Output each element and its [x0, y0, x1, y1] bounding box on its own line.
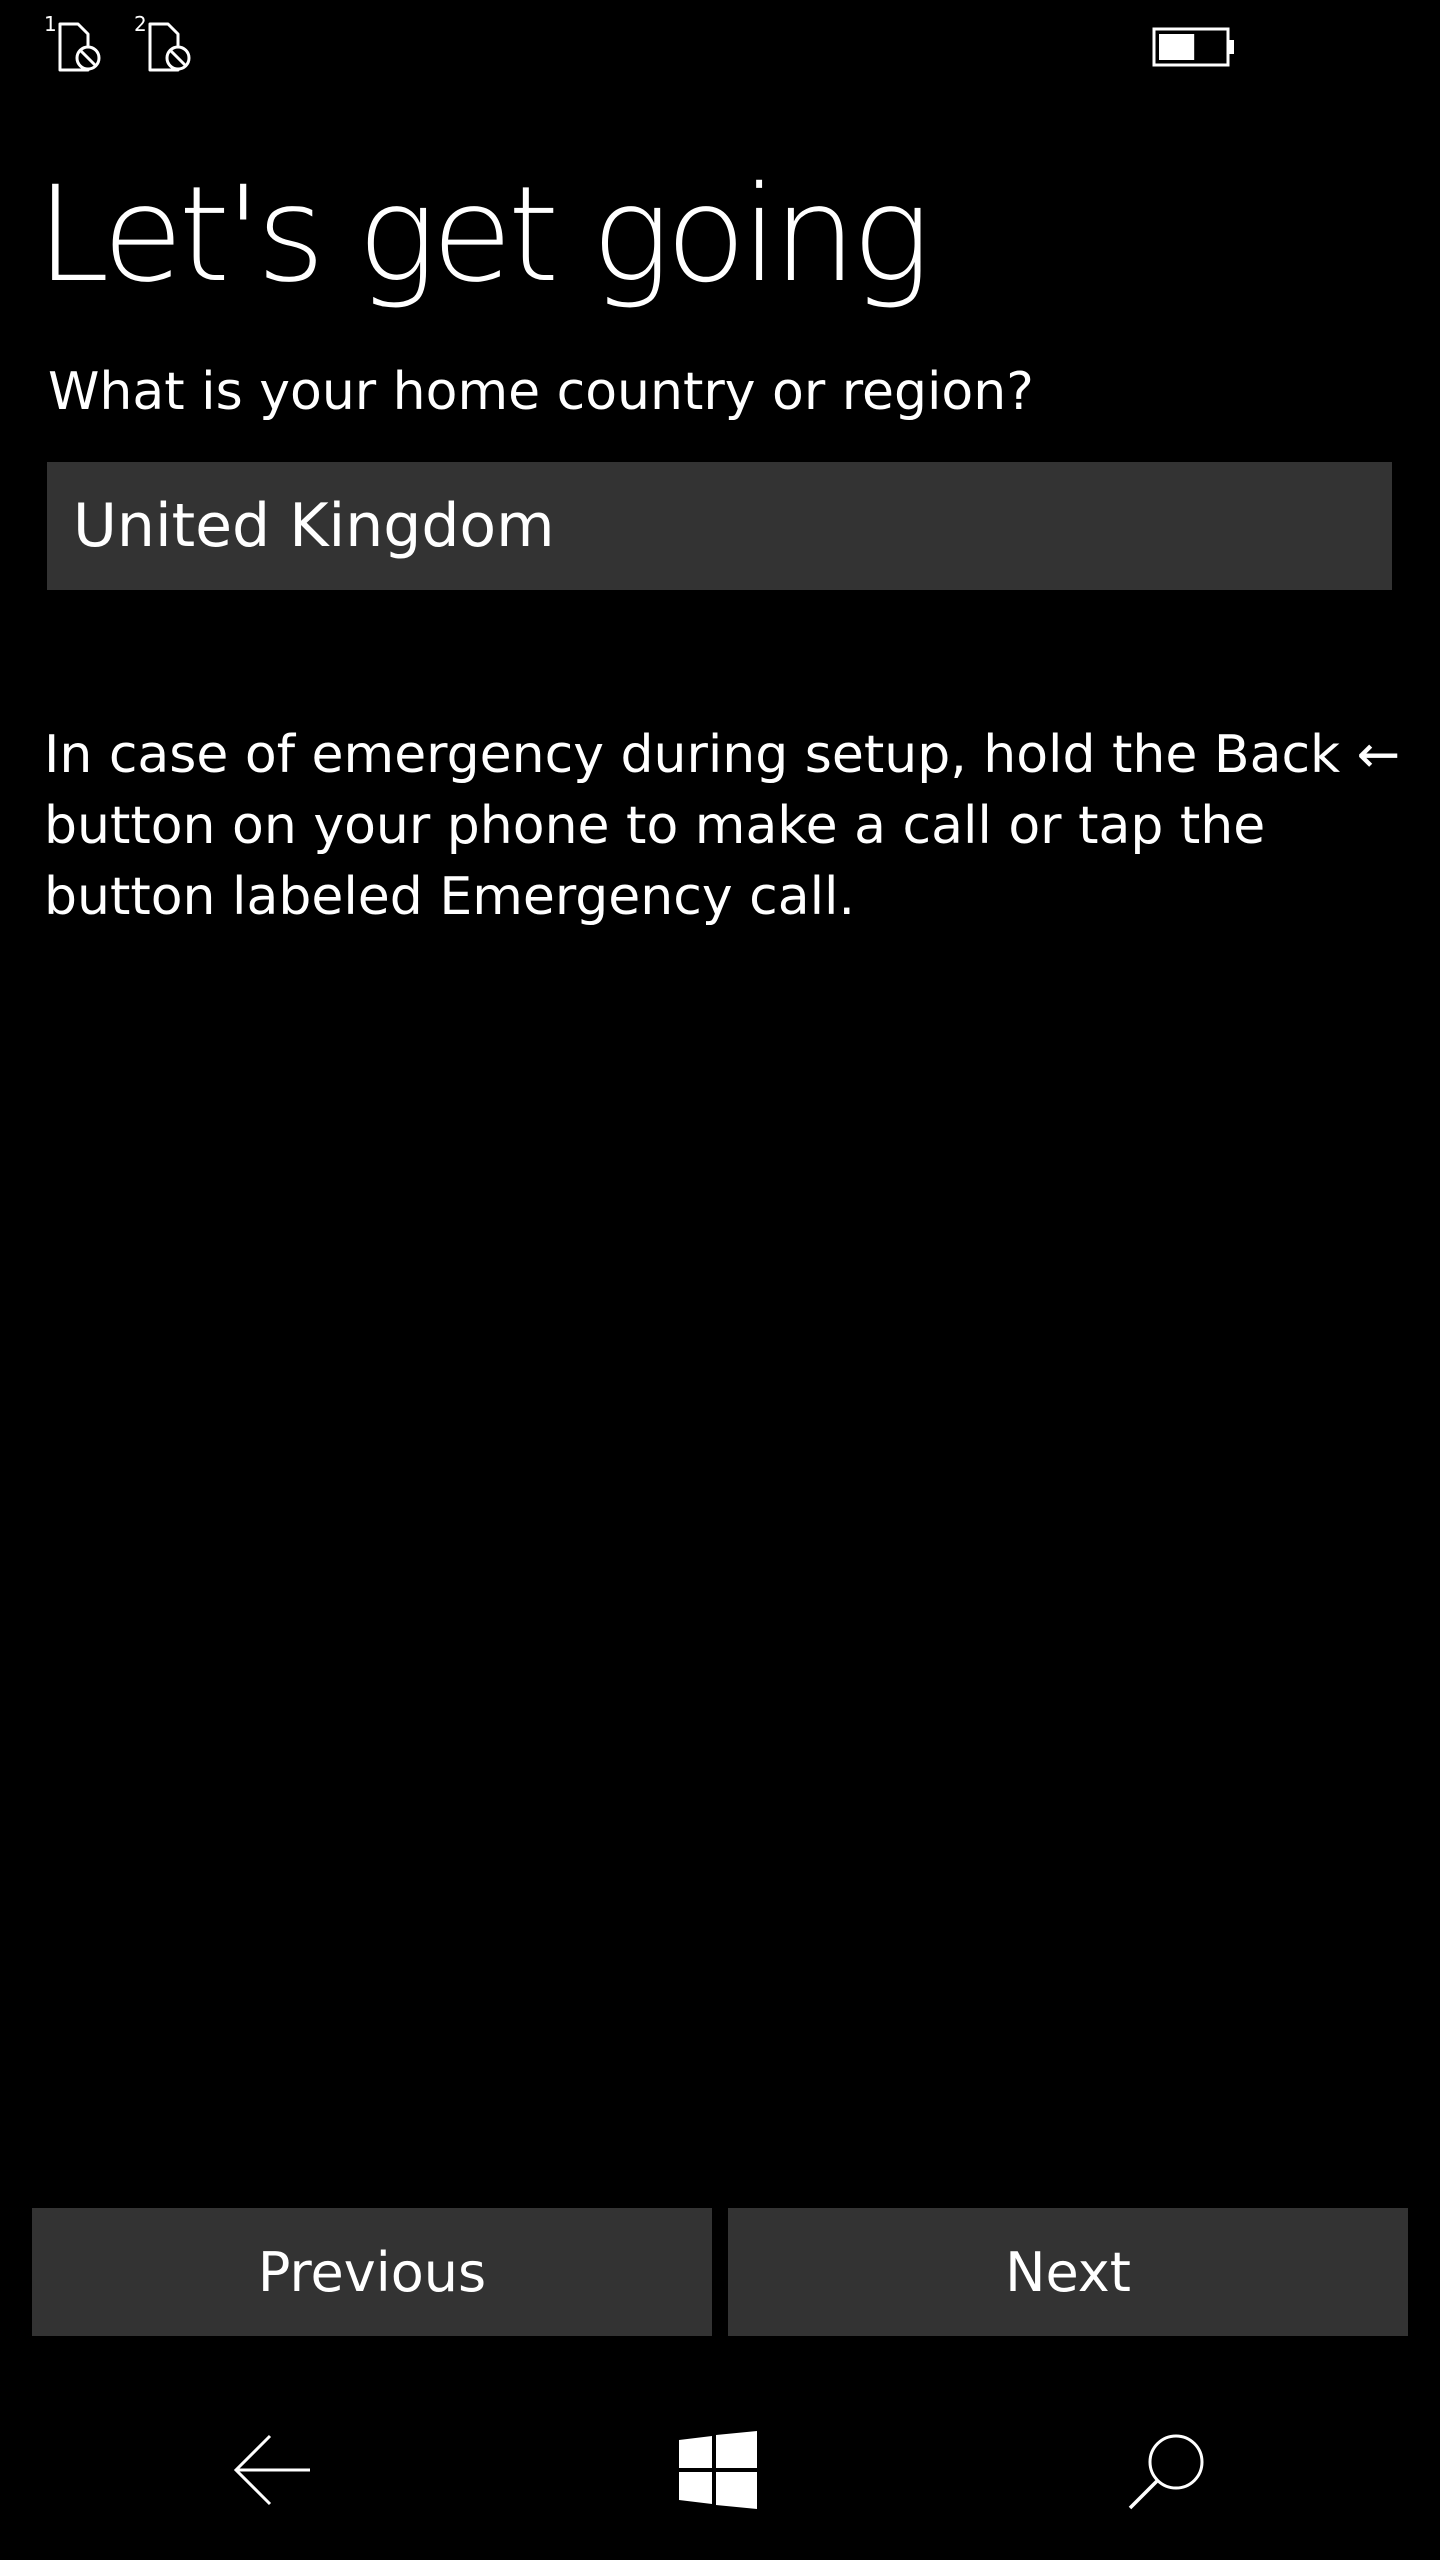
search-icon: [1128, 2434, 1204, 2510]
country-select-value: United Kingdom: [73, 491, 555, 561]
back-arrow-icon: [233, 2434, 310, 2506]
sim2-status: 2: [134, 14, 204, 74]
status-bar: 1 2: [0, 0, 1440, 90]
previous-button[interactable]: Previous: [32, 2208, 712, 2336]
page-title: Let's get going: [36, 158, 931, 312]
start-button[interactable]: [658, 2420, 778, 2520]
search-button[interactable]: [1108, 2420, 1228, 2520]
next-button[interactable]: Next: [728, 2208, 1408, 2336]
battery-icon: [1152, 27, 1234, 67]
sim-no-service-icon: [148, 22, 191, 72]
windows-logo-icon: [679, 2431, 757, 2509]
battery-fill: [1159, 34, 1195, 60]
sim1-number: 1: [44, 12, 57, 36]
next-button-label: Next: [1005, 2240, 1131, 2304]
previous-button-label: Previous: [257, 2240, 487, 2304]
navigation-bar: [0, 2390, 1440, 2560]
country-question-label: What is your home country or region?: [48, 362, 1034, 422]
emergency-info-text: In case of emergency during setup, hold …: [44, 725, 1401, 927]
sim2-number: 2: [134, 12, 147, 36]
country-region-select[interactable]: United Kingdom: [47, 462, 1392, 590]
sim-no-service-icon: [58, 22, 101, 72]
back-button[interactable]: [212, 2420, 332, 2520]
sim1-status: 1: [44, 14, 114, 74]
